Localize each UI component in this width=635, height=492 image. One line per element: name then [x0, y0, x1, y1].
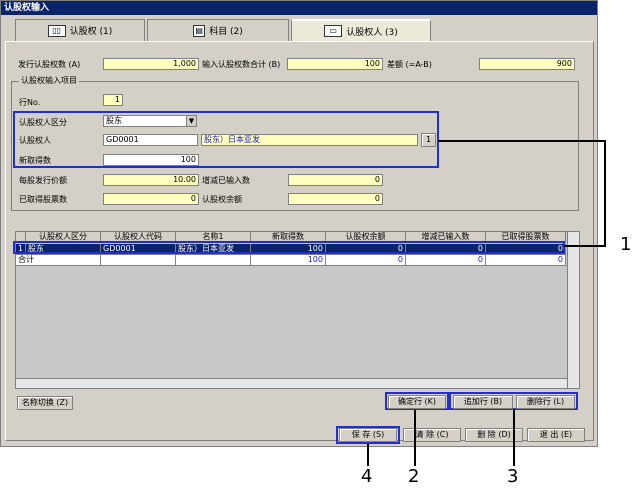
callout-2: 2: [408, 466, 420, 487]
total-row: 合计 100 0 0 0: [16, 255, 566, 266]
horizontal-scrollbar[interactable]: [16, 378, 567, 388]
window-title: 认股权输入: [1, 1, 597, 15]
tab-label: 科目 (2): [209, 27, 243, 37]
total-balance: 0: [326, 255, 406, 266]
exit-button[interactable]: 退 出 (E): [527, 428, 585, 442]
book-icon: ▯▯: [47, 24, 66, 37]
total-acquired: 0: [486, 255, 566, 266]
clear-button[interactable]: 清 除 (C): [403, 428, 461, 442]
input-total-field[interactable]: 100: [287, 58, 383, 70]
tab-account[interactable]: ▤ 科目 (2): [147, 19, 289, 41]
tab-label: 认股权 (1): [69, 27, 113, 37]
callout-3: 3: [507, 466, 519, 487]
form-icon: ▭: [324, 25, 343, 37]
row-no-label: 行No.: [19, 98, 41, 107]
total-increase: 0: [406, 255, 486, 266]
callout-line: [513, 410, 515, 466]
total-label: 合计: [16, 255, 101, 266]
group-title: 认股权输入项目: [19, 75, 79, 86]
callout-line: [604, 140, 606, 246]
main-window: 认股权输入 ▯▯ 认股权 (1) ▤ 科目 (2) ▭ 认股权人 (3) 发行认…: [0, 0, 598, 447]
total-new: 100: [251, 255, 326, 266]
callout-line: [564, 245, 606, 247]
highlight-box-row: [13, 241, 565, 254]
total-empty: [101, 255, 176, 266]
acquired-field[interactable]: 0: [103, 193, 199, 205]
callout-line: [414, 410, 416, 466]
increase-label: 增减已输入数: [202, 176, 250, 185]
issue-count-label: 发行认股权数 (A): [18, 60, 81, 69]
confirm-row-button[interactable]: 确定行 (K): [388, 395, 446, 409]
tab-bar: ▯▯ 认股权 (1) ▤ 科目 (2) ▭ 认股权人 (3): [15, 19, 435, 41]
document-icon: ▤: [193, 24, 206, 37]
acquired-label: 已取得股票数: [19, 195, 67, 204]
tab-stock-option[interactable]: ▯▯ 认股权 (1): [15, 19, 145, 41]
add-row-button[interactable]: 追加行 (B): [453, 395, 513, 409]
vertical-scrollbar[interactable]: [567, 232, 579, 388]
balance-label: 认股权余额: [202, 195, 242, 204]
name-switch-button[interactable]: 名称切换 (Z): [17, 396, 73, 410]
tab-holder[interactable]: ▭ 认股权人 (3): [291, 19, 431, 41]
input-total-label: 输入认股权数合计 (B): [202, 60, 281, 69]
save-button[interactable]: 保 存 (S): [339, 428, 397, 442]
difference-field[interactable]: 900: [479, 58, 575, 70]
callout-4: 4: [361, 466, 373, 487]
callout-1: 1: [620, 234, 632, 255]
delete-row-button[interactable]: 删除行 (L): [516, 395, 575, 409]
difference-label: 差额 (=A-B): [387, 60, 432, 69]
issue-count-field[interactable]: 1,000: [103, 58, 199, 70]
increase-field[interactable]: 0: [288, 174, 383, 186]
callout-line: [438, 140, 606, 142]
row-no-field[interactable]: 1: [103, 94, 123, 106]
callout-line: [367, 444, 369, 466]
unit-price-field[interactable]: 10.00: [103, 174, 199, 186]
holder-grid[interactable]: 认股权人区分 认股权人代码 名称1 新取得数 认股权余额 增减已输入数 已取得股…: [15, 231, 580, 389]
unit-price-label: 每股发行价额: [19, 176, 67, 185]
highlight-box-input: [13, 111, 439, 168]
balance-field[interactable]: 0: [288, 193, 383, 205]
tab-label: 认股权人 (3): [346, 27, 398, 38]
total-empty: [176, 255, 251, 266]
